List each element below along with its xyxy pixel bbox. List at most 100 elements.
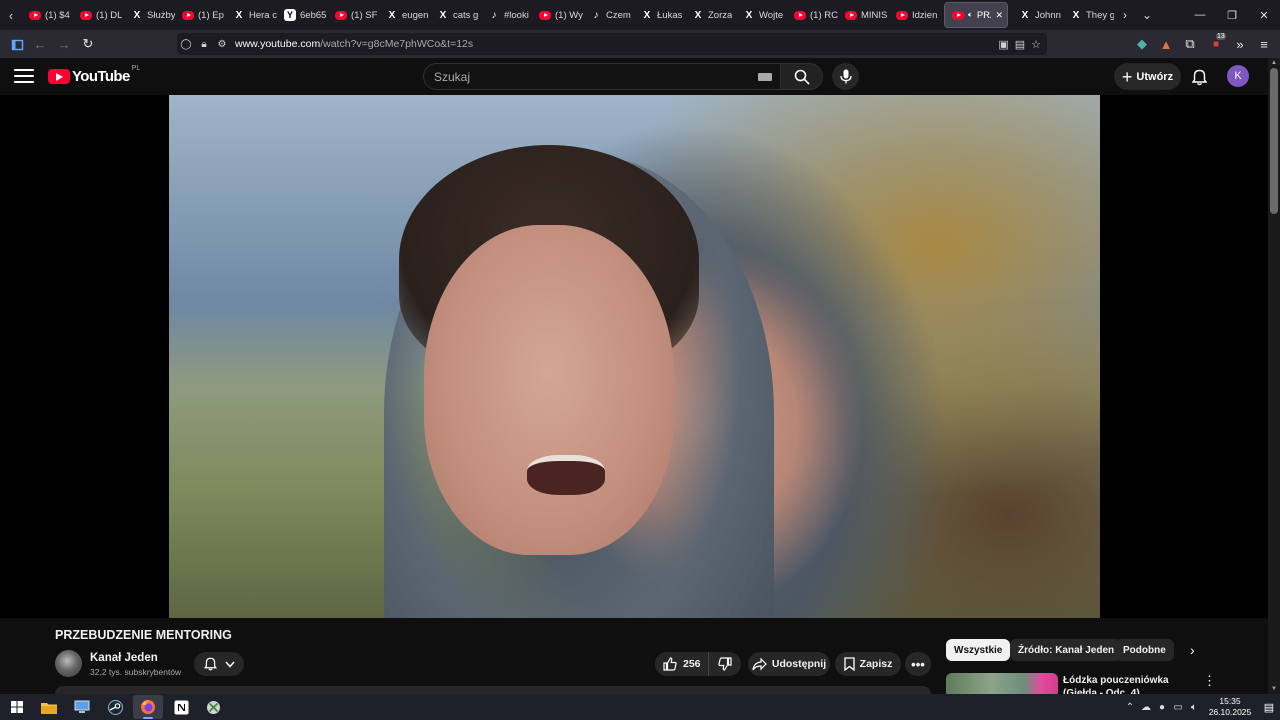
computer-icon[interactable]	[67, 695, 97, 719]
list-all-tabs-icon[interactable]: ⌄	[1136, 0, 1158, 30]
chip-all[interactable]: Wszystkie	[946, 639, 1011, 661]
browser-tab[interactable]: X Wojte	[736, 2, 787, 28]
scroll-down-icon[interactable]: ▼	[1271, 686, 1277, 692]
chevron-down-icon	[224, 661, 235, 668]
more-tools-icon[interactable]: »	[1228, 32, 1252, 56]
browser-tab[interactable]: Idzien	[889, 2, 940, 28]
permissions-icon[interactable]: ⚙︎	[213, 39, 231, 50]
chip-related[interactable]: Podobne	[1115, 639, 1174, 661]
video-title: PRZEBUDZENIE MENTORING	[55, 628, 232, 642]
search-icon	[794, 69, 810, 85]
minimize-icon[interactable]: —	[1184, 0, 1216, 30]
picture-in-picture-icon[interactable]: ▣	[998, 38, 1008, 51]
vpn-shield-icon[interactable]: ◆	[1130, 32, 1154, 56]
create-button[interactable]: + Utwórz	[1114, 63, 1181, 90]
tab-scroll-right-icon[interactable]: ›	[1114, 0, 1136, 30]
close-window-icon[interactable]: ✕	[1248, 0, 1280, 30]
channel-avatar[interactable]	[55, 650, 82, 677]
browser-tab[interactable]: X Służby	[124, 2, 175, 28]
microphone-tray-icon[interactable]: ●	[1154, 702, 1170, 713]
sidebar-toggle-icon[interactable]	[5, 32, 29, 56]
firefox-icon[interactable]	[133, 695, 163, 719]
scrollbar-thumb[interactable]	[1270, 68, 1278, 214]
browser-tab[interactable]: X They g	[1063, 2, 1114, 28]
keyboard-icon[interactable]	[758, 73, 772, 81]
window-controls: — ❐ ✕	[1184, 0, 1280, 30]
browser-tab[interactable]: (1) RC	[787, 2, 838, 28]
steam-icon[interactable]	[100, 695, 130, 719]
bookmark-star-icon[interactable]: ☆	[1031, 38, 1041, 51]
browser-tab[interactable]: Xeugen	[379, 2, 430, 28]
browser-tab[interactable]: (1) Wy	[532, 2, 583, 28]
save-button[interactable]: Zapisz	[835, 652, 901, 676]
back-icon[interactable]: ←	[28, 32, 52, 56]
volume-icon[interactable]: 🔈︎	[1186, 702, 1202, 713]
tab-title: Hera c	[249, 9, 277, 21]
xbox-icon[interactable]	[198, 695, 228, 719]
close-tab-icon[interactable]: ✕	[995, 10, 1003, 21]
tiktok-icon: ♪	[593, 9, 599, 21]
restore-icon[interactable]: ❐	[1216, 0, 1248, 30]
tab-list: (1) $4 (1) DL X Służby (1) Ep X Hera c Y 6eb65 (1…	[22, 0, 1114, 30]
subscription-notifications-button[interactable]	[194, 652, 244, 676]
tab-scroll-left-icon[interactable]: ‹	[0, 0, 22, 30]
tab-audio-playing-icon[interactable]: 🔈︎	[968, 10, 973, 20]
account-avatar[interactable]: K	[1227, 65, 1249, 87]
chevron-right-icon[interactable]: ›	[1190, 642, 1195, 658]
browser-tab[interactable]: X Zorza	[685, 2, 736, 28]
clock[interactable]: 15:35 26.10.2025	[1202, 696, 1258, 718]
app-menu-icon[interactable]: ≡	[1252, 32, 1276, 56]
notion-icon[interactable]	[166, 695, 196, 719]
dislike-button[interactable]	[709, 657, 741, 671]
tracking-protection-icon[interactable]: ◯	[177, 39, 195, 50]
browser-tab[interactable]: ♪ #looki	[481, 2, 532, 28]
guide-menu-icon[interactable]	[14, 67, 34, 85]
browser-tab[interactable]: X Łukas	[634, 2, 685, 28]
url-text[interactable]: www.youtube.com/watch?v=g8cMe7phWCo&t=12…	[235, 38, 473, 50]
browser-tab[interactable]: X Johnn	[1012, 2, 1063, 28]
browser-tab[interactable]: MINIS	[838, 2, 889, 28]
voice-search-button[interactable]	[832, 63, 859, 90]
more-actions-button[interactable]: •••	[905, 652, 931, 676]
browser-tab[interactable]: (1) $4	[22, 2, 73, 28]
fox-extension-icon[interactable]: ▲	[1154, 32, 1178, 56]
reader-view-icon[interactable]: ▤	[1015, 38, 1025, 51]
channel-name[interactable]: Kanał Jeden	[90, 652, 158, 664]
windows-start-icon[interactable]	[2, 695, 32, 719]
browser-tab[interactable]: X Hera c	[226, 2, 277, 28]
video-player[interactable]	[0, 95, 1268, 618]
tab-active[interactable]: 🔈︎PRZ✕	[944, 2, 1008, 28]
like-button[interactable]: 256	[655, 652, 709, 676]
browser-tab[interactable]: Xcats g	[430, 2, 481, 28]
extension-badge: 13	[1216, 33, 1226, 40]
address-bar[interactable]: ◯ 🔒︎ ⚙︎ www.youtube.com/watch?v=g8cMe7ph…	[177, 33, 1047, 55]
extensions-icon[interactable]: ⧉	[1178, 32, 1202, 56]
share-button[interactable]: Udostępnij	[748, 652, 830, 676]
browser-tab[interactable]: (1) DL	[73, 2, 124, 28]
youtube-masthead: YouTube PL Szukaj + Utwórz K	[0, 58, 1268, 95]
notifications-button[interactable]	[1189, 67, 1209, 87]
video-frame[interactable]	[169, 95, 1100, 618]
ublock-icon[interactable]: ■ 13	[1204, 32, 1228, 56]
search-input[interactable]: Szukaj	[423, 63, 781, 90]
onedrive-cloud-icon[interactable]: ☁	[1138, 702, 1154, 713]
browser-tab[interactable]: (1) SF	[328, 2, 379, 28]
scroll-up-icon[interactable]: ▲	[1271, 60, 1277, 66]
search-button[interactable]	[781, 63, 823, 90]
lock-icon[interactable]: 🔒︎	[195, 39, 213, 50]
youtube-logo[interactable]: YouTube PL	[48, 65, 140, 85]
notification-center-icon[interactable]: ▤	[1258, 701, 1280, 714]
tab-title: Łukas	[657, 9, 683, 21]
more-vertical-icon[interactable]: ⋮	[1203, 673, 1216, 689]
tab-title: Wojte	[759, 9, 784, 21]
display-icon[interactable]: ▭	[1170, 702, 1186, 713]
show-hidden-icons-icon[interactable]: ⌃	[1122, 702, 1138, 713]
reload-icon[interactable]: ↻	[76, 32, 100, 56]
browser-tab[interactable]: ♪ Czem	[583, 2, 634, 28]
browser-tab[interactable]: (1) Ep	[175, 2, 226, 28]
browser-tab[interactable]: Y 6eb65	[277, 2, 328, 28]
page-scrollbar[interactable]: ▲ ▼	[1268, 58, 1280, 694]
chip-from-channel[interactable]: Źródło: Kanał Jeden	[1010, 639, 1123, 661]
file-explorer-icon[interactable]	[34, 695, 64, 719]
forward-icon[interactable]: →	[52, 32, 76, 56]
